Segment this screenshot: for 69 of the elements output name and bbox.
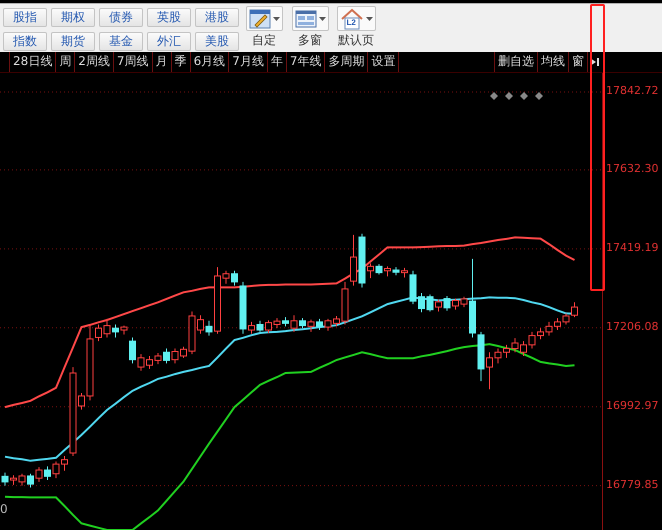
candlestick [376, 264, 382, 275]
candlestick [248, 321, 255, 334]
caret-icon [366, 16, 372, 20]
candlestick [401, 267, 408, 278]
period-tab[interactable]: 7年线 [286, 52, 326, 72]
price-label: 17632.30 [606, 162, 658, 176]
market-button[interactable]: 指数 [3, 32, 47, 50]
candlestick [571, 302, 578, 318]
skip-next-icon [590, 57, 600, 67]
candlestick [36, 466, 42, 482]
candlestick [367, 262, 374, 279]
period-tab[interactable]: 月 [152, 52, 172, 72]
candlestick [206, 320, 212, 336]
market-button[interactable]: 美股 [195, 32, 239, 50]
period-tab[interactable]: 周 [56, 52, 76, 72]
period-tab[interactable]: 7月线 [229, 52, 268, 72]
period-tab[interactable]: 2周线 [75, 52, 114, 72]
candlestick [27, 473, 34, 488]
caret-icon [272, 16, 280, 20]
candlestick [290, 314, 298, 332]
toolbar-icon-button[interactable]: L2 [336, 6, 376, 31]
candlestick [282, 316, 289, 327]
market-button[interactable]: 基金 [99, 32, 143, 50]
candlestick [384, 266, 391, 277]
candlestick [299, 318, 306, 329]
price-label: 16779.85 [606, 478, 658, 492]
candlestick [231, 270, 238, 286]
pencil-icon [248, 8, 270, 28]
candlestick [435, 299, 442, 312]
market-button[interactable]: 期权 [51, 8, 95, 27]
market-button[interactable]: 英股 [147, 8, 191, 27]
candlestick [112, 324, 119, 338]
toolbar-label: 多窗 [298, 33, 322, 47]
candlestick [316, 318, 323, 331]
candlestick [44, 466, 51, 481]
period-tab[interactable]: 6月线 [190, 52, 230, 72]
window-layout-icon [294, 8, 316, 28]
period-tab[interactable]: 设置 [368, 52, 400, 72]
axis-label: 0 [0, 502, 8, 516]
market-button[interactable]: 港股 [195, 8, 239, 27]
toolbar-icon-button[interactable] [292, 6, 328, 31]
market-button[interactable]: 股指 [3, 8, 47, 27]
period-tab[interactable]: 年 [268, 52, 287, 72]
price-label: 17206.08 [606, 320, 658, 334]
candlestick [163, 348, 170, 364]
candlestick [2, 472, 8, 486]
candlestick [256, 320, 264, 332]
price-label: 17419.19 [606, 240, 658, 255]
period-tab[interactable]: 季 [172, 52, 191, 72]
diamond-markers-icon [490, 92, 543, 100]
market-button[interactable]: 期货 [51, 32, 95, 50]
toolbar-label: 默认页 [338, 33, 374, 47]
market-button[interactable]: 外汇 [147, 32, 191, 50]
candlestick [129, 336, 136, 364]
toolbar-icon-button[interactable] [246, 6, 282, 31]
candlestick [444, 295, 450, 312]
chart-tab[interactable]: 删自选 [494, 52, 538, 72]
caret-icon [318, 16, 326, 20]
period-tab[interactable]: 28日线 [10, 52, 56, 72]
period-tab[interactable]: 7周线 [114, 52, 153, 72]
period-tab[interactable]: 多周期 [325, 52, 368, 72]
house-icon [340, 8, 364, 30]
home-badge-label: L2 [346, 18, 356, 28]
toolbar-label: 自定 [252, 33, 276, 47]
price-label: 16992.97 [606, 398, 658, 413]
market-button[interactable]: 债券 [99, 8, 143, 27]
price-label: 17842.72 [606, 84, 658, 98]
chart-tab[interactable]: 均线 [538, 52, 569, 72]
candlestick [308, 319, 314, 332]
